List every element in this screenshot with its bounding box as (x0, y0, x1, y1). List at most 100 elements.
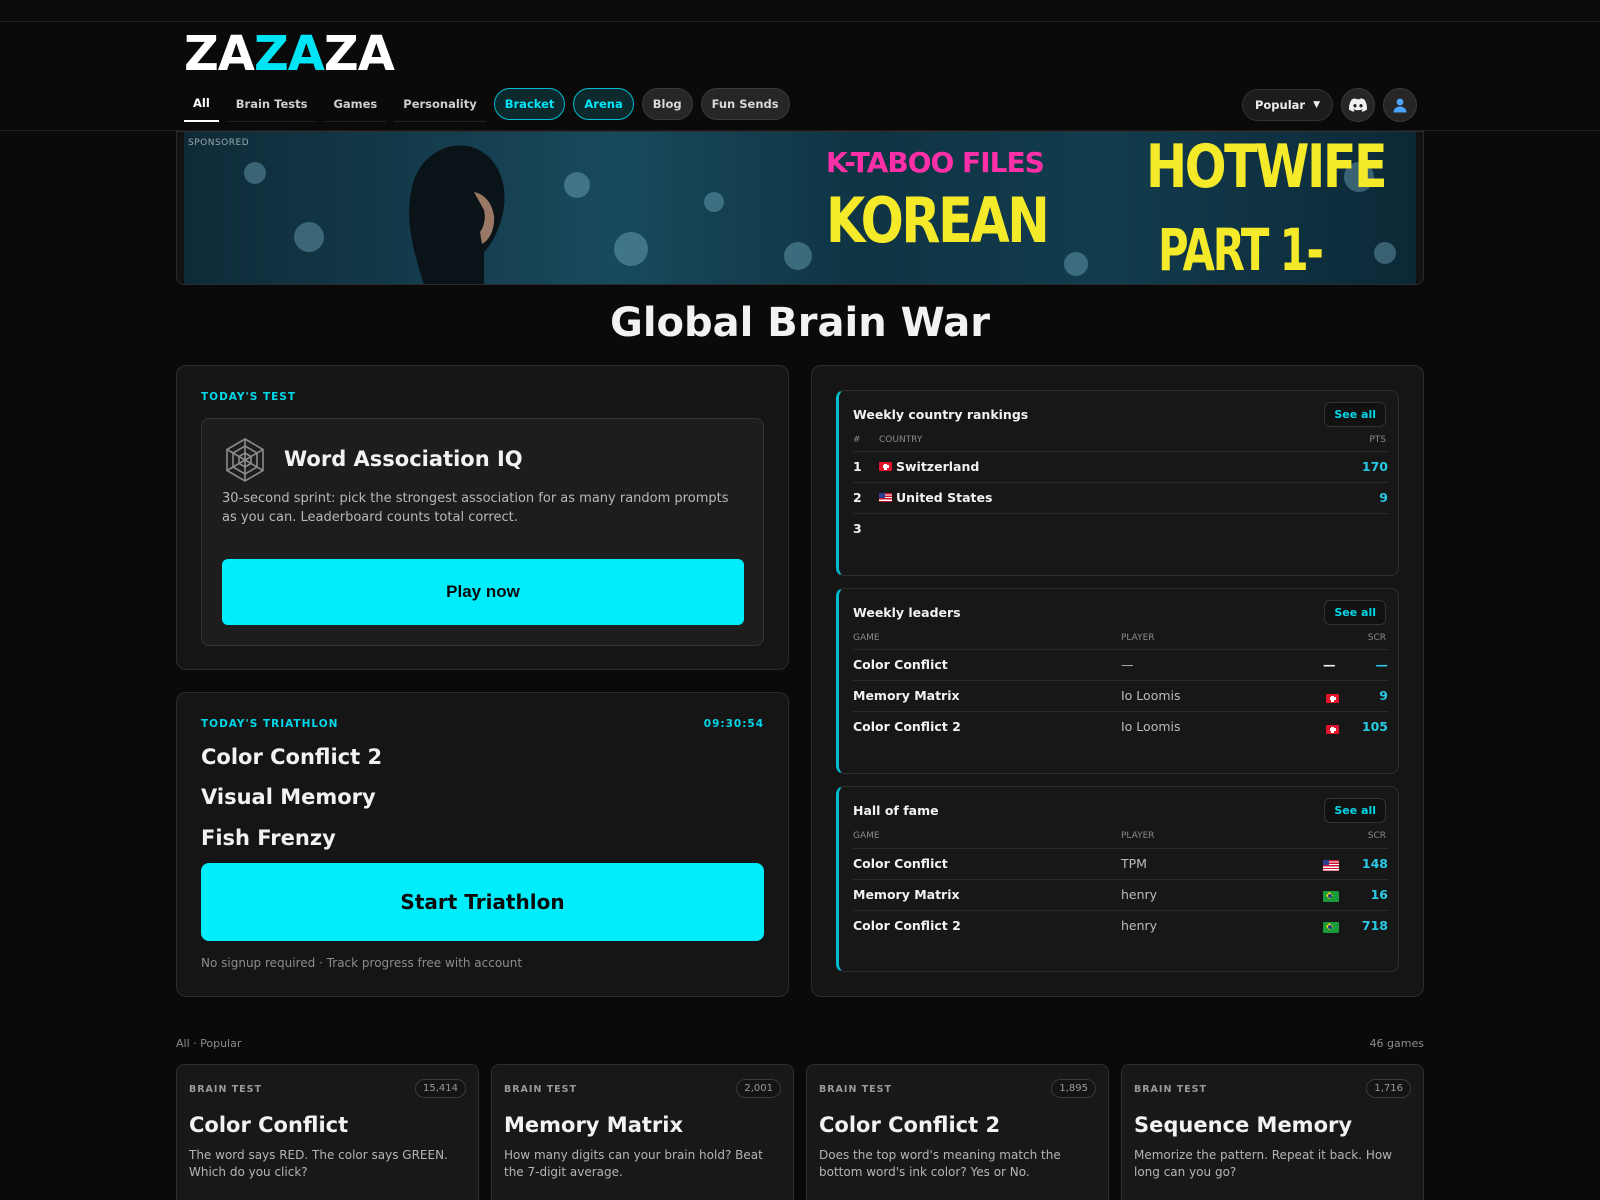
game-card[interactable]: BRAIN TEST 15,414 Color Conflict The wor… (176, 1064, 479, 1200)
see-all-button[interactable]: See all (1324, 798, 1386, 823)
bokeh-light (784, 242, 812, 270)
hall-of-fame-panel: Hall of fame See all GAME PLAYER SCR Col… (836, 786, 1399, 972)
game-description: The word says RED. The color says GREEN.… (189, 1148, 448, 1179)
flag-cell (1326, 722, 1343, 737)
ad-headline: K-TABOO FILES (826, 146, 1045, 179)
see-all-button[interactable]: See all (1324, 402, 1386, 427)
table-row[interactable]: Color Conflict TPM 148 (853, 848, 1388, 879)
points-cell: 9 (1379, 490, 1388, 505)
game-card[interactable]: BRAIN TEST 1,716 Sequence Memory Memoriz… (1121, 1064, 1424, 1200)
play-count-badge: 2,001 (736, 1079, 781, 1098)
game-category: BRAIN TEST (1134, 1084, 1207, 1095)
logo-part: ZA (323, 26, 395, 82)
start-triathlon-button[interactable]: Start Triathlon (201, 863, 764, 941)
discord-button[interactable] (1341, 88, 1375, 122)
table-row[interactable]: Memory Matrix Io Loomis 9 (853, 680, 1388, 711)
account-button[interactable] (1383, 88, 1417, 122)
panel-title: Weekly country rankings (853, 407, 1029, 422)
discord-icon (1349, 98, 1367, 112)
nav-bracket[interactable]: Bracket (493, 88, 566, 120)
flag-cell: — (1323, 657, 1336, 672)
ad-headline: PART 1-4 (1158, 216, 1324, 284)
sort-select[interactable]: Popular ▼ (1241, 89, 1333, 121)
player-cell: Io Loomis (1121, 688, 1181, 703)
tab-brain-tests[interactable]: Brain Tests (226, 87, 317, 122)
play-now-button[interactable]: Play now (222, 559, 744, 625)
bokeh-light (564, 172, 590, 198)
score-cell: 148 (1361, 856, 1388, 871)
bokeh-light (1064, 252, 1088, 276)
play-count-badge: 1,716 (1366, 1079, 1411, 1098)
score-cell: 16 (1370, 887, 1388, 902)
flag-cell (1323, 859, 1343, 874)
triathlon-game: Visual Memory (201, 785, 376, 809)
table-row[interactable]: 3 (853, 513, 1388, 544)
tab-games[interactable]: Games (324, 87, 387, 122)
table-row[interactable]: Color Conflict 2 Io Loomis 105 (853, 711, 1388, 742)
rank-cell: 1 (853, 459, 862, 474)
usa-flag-icon (1323, 860, 1339, 871)
column-header: SCR (1367, 831, 1386, 841)
flag-cell (1323, 921, 1343, 936)
bokeh-light (244, 162, 266, 184)
rank-cell: 2 (853, 490, 862, 505)
todays-test-eyebrow: TODAY'S TEST (201, 391, 297, 403)
column-header: # (853, 435, 861, 445)
test-description: 30-second sprint: pick the strongest ass… (222, 491, 729, 525)
player-cell: henry (1121, 918, 1158, 933)
column-header: PTS (1369, 435, 1386, 445)
banner-image: K-TABOO FILES KOREAN HOTWIFE PART 1-4 (184, 132, 1416, 284)
signup-note: No signup required · Track progress free… (201, 956, 523, 970)
panel-title: Weekly leaders (853, 605, 961, 620)
player-cell: TPM (1121, 856, 1147, 871)
logo-part: ZA (184, 26, 255, 82)
game-cell: Color Conflict 2 (853, 719, 961, 734)
score-cell: — (1375, 657, 1389, 672)
game-category: BRAIN TEST (189, 1084, 262, 1095)
game-description: How many digits can your brain hold? Bea… (504, 1148, 763, 1179)
spiderweb-icon (226, 438, 264, 482)
player-cell: — (1121, 657, 1134, 672)
flag-cell (1323, 890, 1343, 905)
sponsored-banner[interactable]: SPONSORED K-TABOO FILES KOREAN HOTWIFE P… (176, 131, 1424, 285)
score-cell: 718 (1361, 918, 1388, 933)
category-nav: All Brain Tests Games Personality Bracke… (184, 86, 790, 122)
tab-personality[interactable]: Personality (394, 87, 486, 122)
tab-all[interactable]: All (184, 86, 219, 122)
play-count-badge: 1,895 (1051, 1079, 1096, 1098)
triathlon-game: Fish Frenzy (201, 826, 336, 850)
game-title: Color Conflict 2 (819, 1113, 1001, 1137)
game-category: BRAIN TEST (819, 1084, 892, 1095)
brazil-flag-icon (1323, 922, 1339, 933)
chevron-down-icon: ▼ (1313, 100, 1320, 110)
table-row[interactable]: 1 Switzerland 170 (853, 451, 1388, 482)
ad-headline: HOTWIFE (1146, 132, 1388, 202)
switzerland-flag-icon (879, 462, 892, 471)
switzerland-flag-icon (1326, 694, 1339, 703)
logo-part-accent: ZA (253, 26, 325, 82)
nav-fun-sends[interactable]: Fun Sends (700, 88, 790, 120)
see-all-button[interactable]: See all (1324, 600, 1386, 625)
game-description: Memorize the pattern. Repeat it back. Ho… (1134, 1148, 1392, 1179)
table-row[interactable]: Memory Matrix henry 16 (853, 879, 1388, 910)
bokeh-light (294, 222, 324, 252)
table-row[interactable]: 2 United States 9 (853, 482, 1388, 513)
column-header: SCR (1367, 633, 1386, 643)
game-card[interactable]: BRAIN TEST 1,895 Color Conflict 2 Does t… (806, 1064, 1109, 1200)
country-cell: Switzerland (879, 459, 979, 474)
game-cell: Color Conflict 2 (853, 918, 961, 933)
usa-flag-icon (879, 493, 892, 502)
nav-arena[interactable]: Arena (573, 88, 634, 120)
rank-cell: 3 (853, 521, 862, 536)
score-cell: 9 (1379, 688, 1388, 703)
top-strip (0, 0, 1600, 22)
player-cell: Io Loomis (1121, 719, 1181, 734)
table-row[interactable]: Color Conflict 2 henry 718 (853, 910, 1388, 941)
table-row[interactable]: Color Conflict — — — (853, 649, 1388, 680)
game-card[interactable]: BRAIN TEST 2,001 Memory Matrix How many … (491, 1064, 794, 1200)
todays-test-card: TODAY'S TEST Word Association IQ 30-seco… (176, 365, 789, 670)
site-logo[interactable]: ZAZAZA (184, 26, 395, 82)
nav-blog[interactable]: Blog (641, 88, 693, 120)
game-title: Sequence Memory (1134, 1113, 1353, 1137)
switzerland-flag-icon (1326, 725, 1339, 734)
